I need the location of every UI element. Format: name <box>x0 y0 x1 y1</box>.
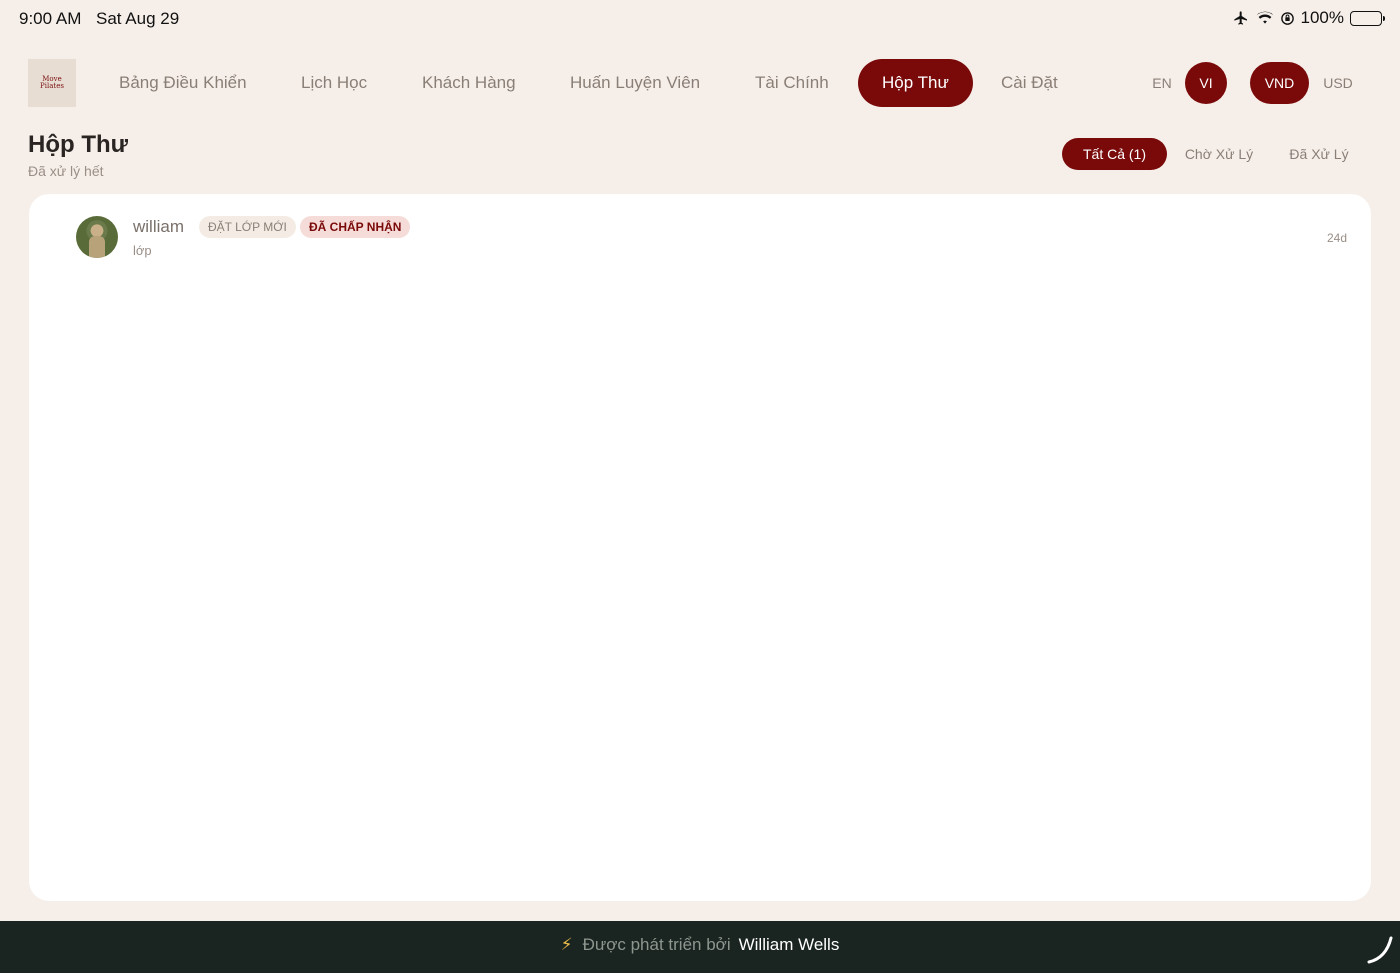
nav-item-inbox[interactable]: Hộp Thư <box>858 59 973 107</box>
lightning-icon: ⚡ <box>560 935 573 954</box>
message-sender: william <box>133 217 184 236</box>
message-row[interactable]: william ĐẶT LỚP MỚI ĐÃ CHẤP NHẬN lớp 24d <box>29 194 1371 274</box>
nav-item-settings[interactable]: Cài Đặt <box>977 59 1082 107</box>
language-vi-button[interactable]: VI <box>1185 62 1227 104</box>
footer-label: Được phát triển bởi <box>582 935 731 954</box>
footer-author: William Wells <box>738 935 840 954</box>
nav-item-schedule[interactable]: Lịch Học <box>277 59 391 107</box>
status-indicators: 100% <box>1232 8 1385 28</box>
language-en-button[interactable]: EN <box>1144 62 1180 104</box>
message-status-badge: ĐÃ CHẤP NHẬN <box>300 216 411 238</box>
footer-credit: ⚡ Được phát triển bởi William Wells <box>0 935 1400 955</box>
status-time: 9:00 AM <box>19 9 82 28</box>
nav-item-dashboard[interactable]: Bảng Điều Khiển <box>95 59 271 107</box>
footer: ⚡ Được phát triển bởi William Wells <box>0 921 1400 973</box>
battery-percent: 100% <box>1300 8 1344 27</box>
page-subtitle: Đã xử lý hết <box>28 163 104 179</box>
currency-vnd-button[interactable]: VND <box>1250 62 1309 104</box>
message-type-badge: ĐẶT LỚP MỚI <box>199 216 296 238</box>
rotation-lock-icon <box>1280 11 1295 26</box>
filter-processed-tab[interactable]: Đã Xử Lý <box>1278 138 1360 170</box>
status-bar: 9:00 AM Sat Aug 29 100% <box>0 0 1400 38</box>
avatar <box>76 216 118 258</box>
status-date: Sat Aug 29 <box>96 9 180 28</box>
page-title: Hộp Thư <box>28 131 129 158</box>
filter-pending-tab[interactable]: Chờ Xử Lý <box>1174 138 1264 170</box>
nav-item-trainers[interactable]: Huấn Luyện Viên <box>546 59 724 107</box>
brand-logo[interactable]: Move Pilates <box>28 59 76 107</box>
battery-icon <box>1350 10 1385 26</box>
nav-item-clients[interactable]: Khách Hàng <box>398 59 540 107</box>
nav-item-finance[interactable]: Tài Chính <box>731 59 853 107</box>
message-age: 24d <box>1326 231 1347 245</box>
home-indicator-icon <box>1366 934 1394 969</box>
logo-text-line2: Pilates <box>40 82 64 90</box>
currency-usd-button[interactable]: USD <box>1315 62 1361 104</box>
filter-all-tab[interactable]: Tất Cả (1) <box>1062 138 1167 170</box>
wifi-icon <box>1256 11 1274 25</box>
airplane-icon <box>1232 10 1250 26</box>
top-nav: Move Pilates Bảng Điều Khiển Lịch Học Kh… <box>28 58 1372 108</box>
inbox-card: william ĐẶT LỚP MỚI ĐÃ CHẤP NHẬN lớp 24d <box>29 194 1371 901</box>
message-preview: lớp <box>133 243 152 258</box>
